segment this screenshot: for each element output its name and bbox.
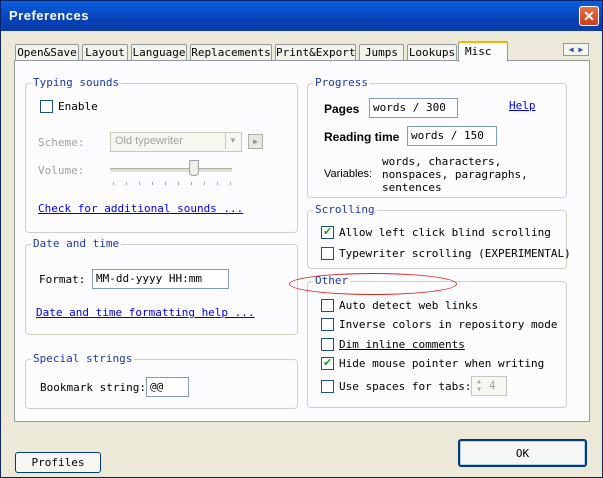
format-input[interactable]: MM-dd-yyyy HH:mm (92, 269, 229, 289)
preferences-window: Preferences ✕ Open&Save Layout Language … (0, 0, 603, 478)
volume-track (110, 168, 232, 173)
format-label: Format: (39, 273, 86, 286)
highlight-ellipse (289, 273, 457, 295)
window-title: Preferences (9, 8, 89, 23)
tab-layout[interactable]: Layout (82, 44, 128, 61)
typing-sounds-title: Typing sounds (31, 76, 122, 89)
inverse-colors-checkbox[interactable] (321, 318, 334, 331)
tab-lookups[interactable]: Lookups (407, 44, 457, 61)
auto-detect-links-label: Auto detect web links (339, 299, 479, 312)
scheme-select[interactable]: Old typewriter ▼ (110, 132, 242, 152)
date-time-group: Date and time Format: MM-dd-yyyy HH:mm D… (25, 237, 298, 335)
tab-spaces-value: 4 (489, 379, 496, 392)
spaces-for-tabs-checkbox[interactable] (321, 380, 334, 393)
spaces-for-tabs-label: Use spaces for tabs: (339, 380, 472, 393)
profiles-button[interactable]: Profiles (15, 452, 101, 473)
ok-button[interactable]: OK (458, 439, 587, 467)
tab-print-export[interactable]: Print&Export (275, 44, 356, 61)
special-strings-group: Special strings Bookmark string: @@ (25, 352, 298, 409)
progress-help-link[interactable]: Help (509, 99, 536, 112)
close-icon: ✕ (583, 8, 595, 24)
tab-replacements[interactable]: Replacements (190, 44, 272, 61)
scrolling-title: Scrolling (313, 203, 377, 216)
tab-jumps[interactable]: Jumps (359, 44, 404, 61)
reading-time-input[interactable]: words / 150 (407, 126, 497, 146)
progress-group: Progress Pages words / 300 Help Reading … (307, 76, 567, 198)
hide-pointer-checkbox[interactable] (321, 356, 334, 370)
variables-line-2: nonspaces, paragraphs, (382, 168, 528, 181)
reading-time-label: Reading time (324, 130, 400, 144)
reading-time-value: words / 150 (411, 129, 484, 142)
scheme-label: Scheme: (38, 136, 85, 149)
misc-panel: Typing sounds Enable Scheme: Old typewri… (14, 60, 590, 422)
enable-sounds-label: Enable (58, 100, 98, 113)
auto-detect-links-checkbox[interactable] (321, 299, 334, 312)
check-sounds-link[interactable]: Check for additional sounds ... (38, 202, 243, 215)
title-bar[interactable]: Preferences ✕ (1, 1, 602, 31)
dim-comments-checkbox[interactable] (321, 338, 334, 351)
variables-label: Variables: (324, 168, 373, 180)
tab-misc[interactable]: Misc (458, 41, 508, 62)
scheme-value: Old typewriter (115, 135, 183, 147)
bookmark-input[interactable]: @@ (146, 377, 189, 397)
pages-input[interactable]: words / 300 (369, 98, 458, 118)
blind-scrolling-checkbox[interactable] (321, 225, 334, 239)
arrow-left-icon[interactable]: ◀ (569, 45, 574, 54)
pages-value: words / 300 (373, 101, 446, 114)
bookmark-value: @@ (150, 380, 164, 393)
pages-label: Pages (324, 102, 360, 116)
close-button[interactable]: ✕ (579, 6, 599, 26)
scrolling-group: Scrolling Allow left click blind scrolli… (307, 203, 571, 269)
volume-ticks (113, 182, 231, 185)
enable-sounds-checkbox[interactable] (40, 100, 53, 113)
inverse-colors-label: Inverse colors in repository mode (339, 318, 558, 331)
variables-line-3: sentences (382, 181, 442, 194)
variables-line-1: words, characters, (382, 155, 502, 168)
typewriter-scrolling-label: Typewriter scrolling (EXPERIMENTAL) (339, 247, 571, 260)
typing-sounds-group: Typing sounds Enable Scheme: Old typewri… (25, 76, 298, 233)
stepper-arrows-icon[interactable]: ▲ ▼ (473, 378, 485, 394)
hide-pointer-label: Hide mouse pointer when writing (339, 357, 545, 370)
tab-open-save[interactable]: Open&Save (15, 44, 79, 61)
dim-comments-label: Dim inline comments (339, 338, 465, 351)
arrow-right-icon[interactable]: ▶ (578, 45, 583, 54)
play-icon: ▶ (253, 137, 258, 146)
chevron-down-icon: ▼ (225, 133, 240, 149)
volume-label: Volume: (38, 164, 85, 177)
tab-language[interactable]: Language (131, 44, 187, 61)
tab-spaces-stepper[interactable]: ▲ ▼ 4 (471, 376, 507, 396)
progress-title: Progress (313, 76, 370, 89)
volume-thumb[interactable] (189, 160, 199, 176)
blind-scrolling-label: Allow left click blind scrolling (339, 226, 551, 239)
other-group: Other Auto detect web links Inverse colo… (307, 274, 567, 408)
play-button[interactable]: ▶ (248, 134, 263, 149)
tab-scroll-arrows[interactable]: ◀ ▶ (563, 43, 589, 56)
date-time-title: Date and time (31, 237, 122, 250)
special-strings-title: Special strings (31, 352, 135, 365)
date-help-link[interactable]: Date and time formatting help ... (36, 306, 255, 319)
format-value: MM-dd-yyyy HH:mm (96, 272, 202, 285)
bookmark-label: Bookmark string: (40, 381, 146, 394)
typewriter-scrolling-checkbox[interactable] (321, 247, 334, 260)
